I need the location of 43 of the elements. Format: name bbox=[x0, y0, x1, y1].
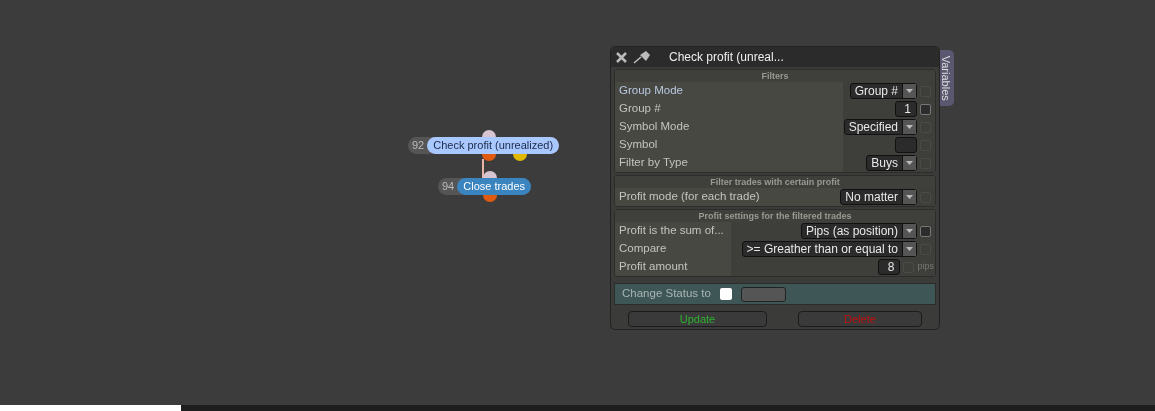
field-label: Symbol Mode bbox=[618, 119, 691, 135]
caret-icon bbox=[906, 161, 913, 165]
status-field[interactable] bbox=[740, 286, 786, 302]
field-label: Profit is the sum of... bbox=[618, 223, 725, 239]
change-status-label: Change Status to bbox=[622, 286, 711, 302]
node-label: Close trades bbox=[457, 178, 531, 195]
dropdown[interactable]: Pips (as position) bbox=[800, 223, 917, 239]
node-label: Check profit (unrealized) bbox=[427, 137, 560, 154]
field-label: Compare bbox=[618, 241, 668, 257]
field-label: Group Mode bbox=[618, 83, 684, 99]
flow-node[interactable]: 94 Close trades bbox=[438, 178, 531, 195]
close-icon[interactable] bbox=[616, 51, 627, 63]
caret-icon bbox=[906, 89, 913, 93]
dropdown[interactable]: Group # bbox=[849, 83, 917, 99]
field-label: Profit amount bbox=[618, 259, 689, 275]
field-label: Group # bbox=[618, 101, 662, 117]
text-field[interactable] bbox=[895, 137, 917, 153]
checkbox[interactable] bbox=[719, 288, 732, 300]
panel-title: Check profit (unreal... bbox=[669, 49, 784, 66]
dropdown[interactable]: >= Greather than or equal to bbox=[741, 241, 917, 257]
pin-icon[interactable] bbox=[633, 50, 651, 64]
checkbox[interactable] bbox=[920, 103, 931, 115]
section-heading: Filter trades with certain profit bbox=[615, 176, 935, 188]
section-heading: Filters bbox=[615, 70, 935, 82]
dropdown[interactable]: No matter bbox=[840, 189, 917, 205]
number-field[interactable]: 8 bbox=[878, 259, 901, 275]
caret-icon bbox=[906, 125, 913, 129]
checkbox[interactable] bbox=[920, 225, 931, 237]
caret-icon bbox=[906, 195, 913, 199]
field-label: Profit mode (for each trade) bbox=[618, 189, 761, 205]
node-number: 92 bbox=[411, 138, 426, 154]
caret-icon bbox=[906, 229, 913, 233]
dropdown[interactable]: Buys bbox=[866, 155, 917, 171]
field-label: Symbol bbox=[618, 137, 659, 153]
caret-icon bbox=[906, 247, 913, 251]
section-heading: Profit settings for the filtered trades bbox=[615, 210, 935, 222]
connector-line bbox=[481, 159, 485, 179]
dropdown[interactable]: Specified bbox=[843, 119, 917, 135]
node-number: 94 bbox=[441, 179, 456, 195]
number-field[interactable]: 1 bbox=[895, 101, 917, 117]
flow-node[interactable]: 92 Check profit (unrealized) bbox=[408, 137, 560, 154]
update-button[interactable]: Update bbox=[628, 311, 767, 327]
field-label: Filter by Type bbox=[618, 155, 689, 171]
